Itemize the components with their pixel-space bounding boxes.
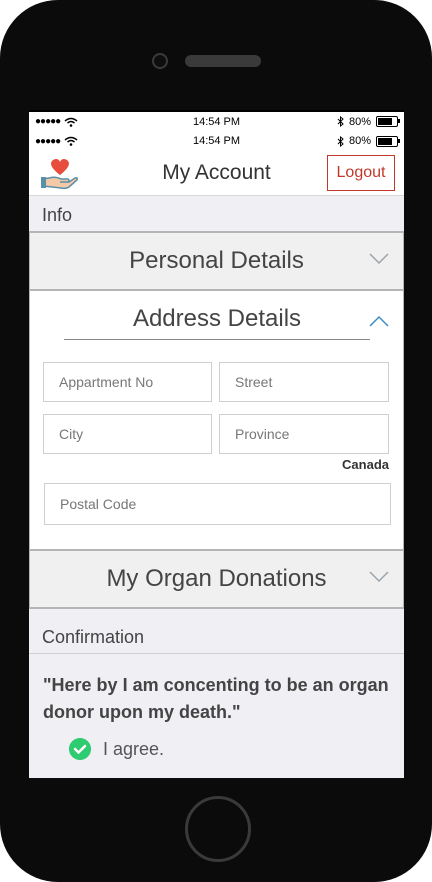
camera-icon xyxy=(152,53,168,69)
bluetooth-icon xyxy=(337,135,344,147)
nav-bar: My Account Logout xyxy=(29,151,404,196)
wifi-icon xyxy=(64,117,78,127)
chevron-down-icon xyxy=(369,253,389,265)
street-field[interactable]: Street xyxy=(219,362,389,402)
app-screen: ●●●●● 14:54 PM 80% ●●●●● 14:54 PM 80% My… xyxy=(29,110,404,778)
info-section-label: Info xyxy=(42,205,73,225)
address-details-panel: Address Details Appartment No Street Cit… xyxy=(29,291,404,549)
battery-icon xyxy=(376,116,400,127)
city-field[interactable]: City xyxy=(43,414,212,454)
phone-frame: ●●●●● 14:54 PM 80% ●●●●● 14:54 PM 80% My… xyxy=(0,0,432,882)
battery-percent: 80% xyxy=(348,115,371,128)
signal-dots: ●●●●● xyxy=(35,135,61,147)
apartment-field[interactable]: Appartment No xyxy=(43,362,212,402)
logout-button[interactable]: Logout xyxy=(327,155,395,191)
signal-dots: ●●●●● xyxy=(35,116,61,127)
status-time: 14:54 PM xyxy=(192,115,241,128)
personal-details-label: Personal Details xyxy=(129,247,304,274)
personal-details-accordion[interactable]: Personal Details xyxy=(29,231,404,291)
speaker-grille xyxy=(185,55,261,67)
organ-donations-label: My Organ Donations xyxy=(106,565,327,592)
agree-checkbox-row[interactable]: I agree. xyxy=(29,726,404,760)
agree-label: I agree. xyxy=(103,738,165,759)
address-details-label: Address Details xyxy=(132,305,302,332)
address-details-header[interactable]: Address Details xyxy=(64,305,370,340)
organ-donations-accordion[interactable]: My Organ Donations xyxy=(29,549,404,609)
device-status-bar: ●●●●● 14:54 PM 80% xyxy=(29,110,404,131)
bluetooth-icon xyxy=(337,116,344,127)
apartment-placeholder: Appartment No xyxy=(59,374,154,390)
status-time: 14:54 PM xyxy=(192,135,241,147)
battery-percent: 80% xyxy=(348,135,371,147)
battery-icon xyxy=(376,135,400,147)
country-label: Canada xyxy=(342,457,389,472)
check-circle-icon[interactable] xyxy=(69,738,91,760)
wifi-icon xyxy=(64,136,78,146)
province-placeholder: Province xyxy=(235,426,290,442)
consent-statement: "Here by I am concenting to be an organ … xyxy=(29,654,404,726)
app-status-bar: ●●●●● 14:54 PM 80% xyxy=(29,131,404,151)
postal-code-placeholder: Postal Code xyxy=(60,496,137,512)
street-placeholder: Street xyxy=(235,374,273,390)
city-placeholder: City xyxy=(59,426,84,442)
postal-code-field[interactable]: Postal Code xyxy=(44,483,391,525)
province-field[interactable]: Province xyxy=(219,414,389,454)
chevron-down-icon xyxy=(369,571,389,583)
confirmation-section-label: Confirmation xyxy=(42,627,145,647)
chevron-up-icon[interactable] xyxy=(369,315,389,327)
home-button[interactable] xyxy=(185,796,251,862)
